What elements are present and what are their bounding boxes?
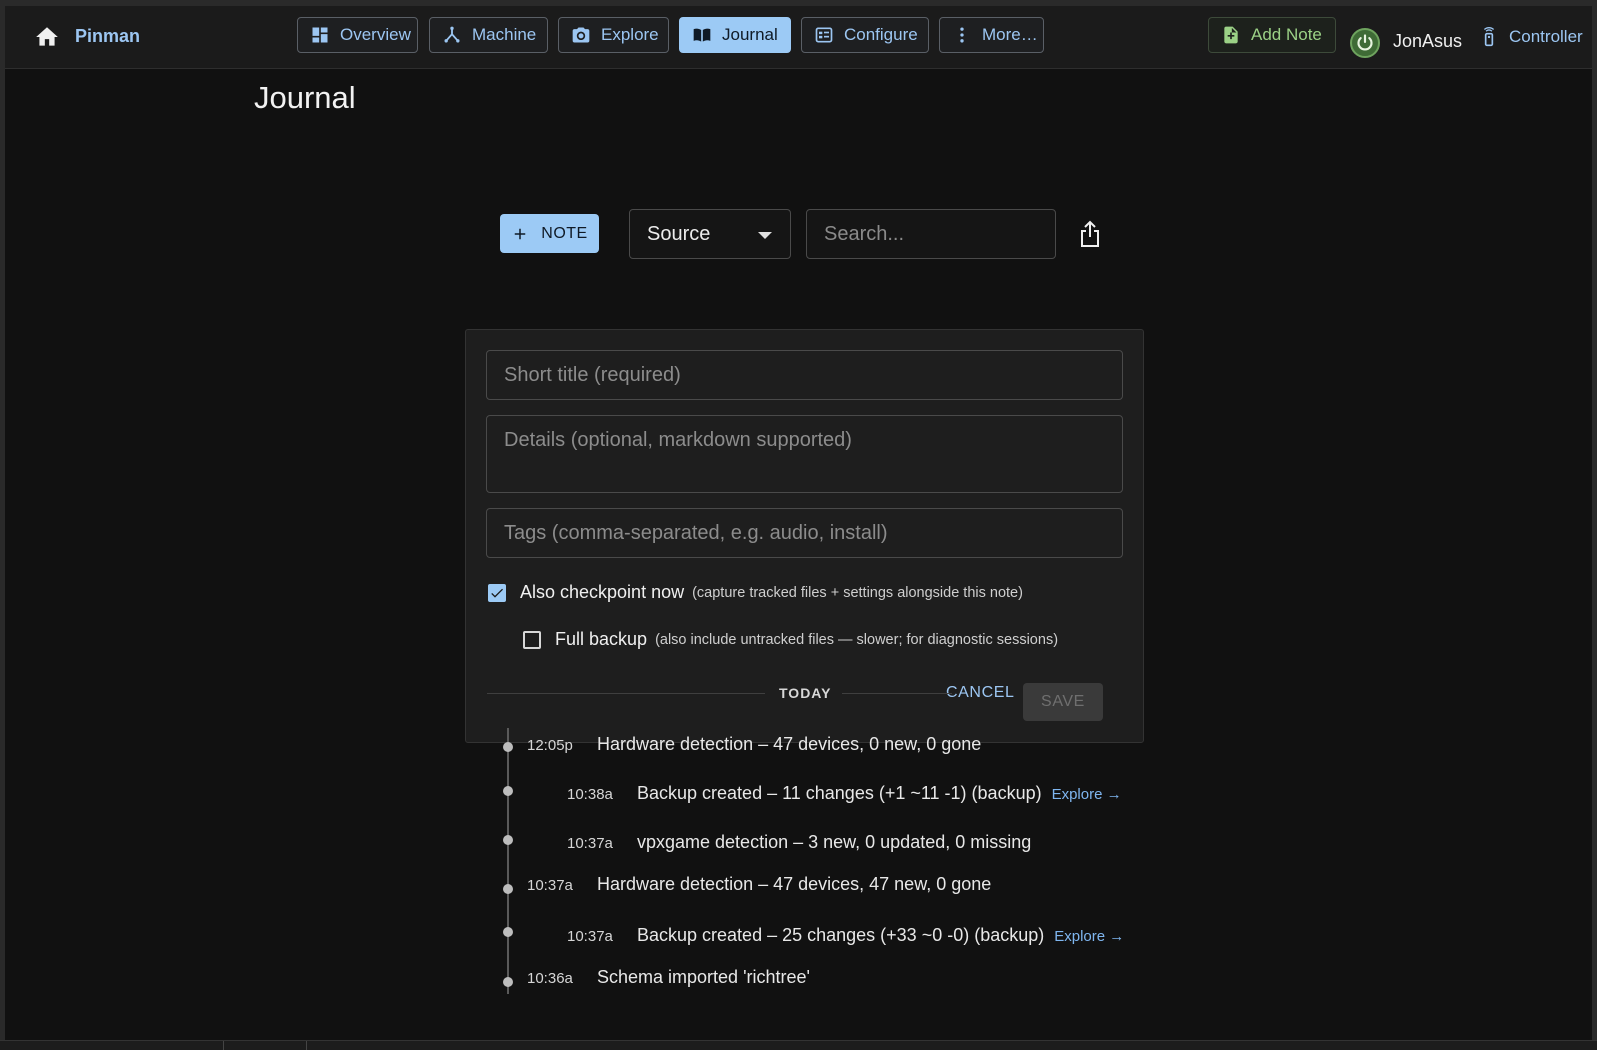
page-title: Journal [254, 80, 356, 115]
note-details-textarea[interactable] [486, 415, 1123, 493]
entry-text: Backup created – 11 changes (+1 ~11 -1) … [637, 783, 1042, 803]
timeline-group-label: TODAY [779, 685, 832, 701]
timeline-entry[interactable]: 10:36a Schema imported 'richtree' [0, 967, 1597, 991]
timeline-rail [507, 728, 509, 994]
new-note-button[interactable]: NOTE [500, 214, 599, 253]
add-note-button[interactable]: Add Note [1208, 17, 1336, 53]
nav-more-label: More… [982, 25, 1038, 44]
explore-link[interactable]: Explore → [1052, 786, 1122, 803]
timeline-dot-icon [503, 786, 513, 796]
add-note-label: Add Note [1251, 25, 1322, 44]
chevron-down-icon [758, 232, 772, 239]
home-icon[interactable] [33, 24, 61, 50]
timeline-entry[interactable]: 10:37a Backup created – 25 changes (+33 … [0, 925, 1597, 949]
nav-journal-label: Journal [722, 25, 778, 44]
checkpoint-hint: (capture tracked files + settings alongs… [692, 584, 1023, 601]
entry-text: vpxgame detection – 3 new, 0 updated, 0 … [637, 832, 1032, 852]
timeline-entry[interactable]: 12:05p Hardware detection – 47 devices, … [0, 734, 1597, 758]
remote-controller-icon [1483, 27, 1495, 47]
dashboard-icon [312, 27, 328, 43]
save-button[interactable]: SAVE [1023, 683, 1103, 721]
search-input[interactable] [806, 209, 1056, 259]
top-app-bar: Pinman Overview Machine Explore Journal … [5, 6, 1592, 69]
note-add-icon [1224, 26, 1238, 44]
cancel-button[interactable]: CANCEL [946, 684, 1015, 702]
configure-icon [815, 27, 833, 43]
note-title-input[interactable] [486, 350, 1123, 400]
nav-configure-button[interactable]: Configure [801, 17, 929, 53]
checkpoint-option[interactable]: Also checkpoint now (capture tracked fil… [488, 582, 1023, 603]
nav-more-button[interactable]: More… [939, 17, 1044, 53]
controller-label: Controller [1509, 27, 1583, 46]
nav-explore-label: Explore [601, 25, 659, 44]
controller-link[interactable]: Controller [1479, 24, 1583, 50]
checkpoint-label: Also checkpoint now [520, 582, 685, 602]
entry-time: 10:38a [567, 786, 613, 803]
timeline-dot-icon [503, 884, 513, 894]
divider [487, 693, 765, 694]
explore-link[interactable]: Explore → [1054, 928, 1124, 945]
taskbar-separator [306, 1041, 307, 1050]
power-status-icon[interactable] [1350, 28, 1380, 58]
full-backup-label: Full backup [555, 629, 648, 649]
entry-text: Schema imported 'richtree' [597, 967, 810, 987]
user-name[interactable]: JonAsus [1393, 31, 1462, 52]
divider [842, 693, 952, 694]
plus-icon [515, 228, 526, 239]
timeline-dot-icon [503, 835, 513, 845]
full-backup-checkbox[interactable] [523, 630, 541, 649]
entry-time: 10:36a [527, 970, 573, 987]
full-backup-hint: (also include untracked files — slower; … [655, 631, 1059, 648]
entry-time: 10:37a [527, 877, 573, 894]
more-vertical-icon [960, 27, 964, 43]
new-note-form: Also checkpoint now (capture tracked fil… [465, 329, 1144, 743]
entry-text: Hardware detection – 47 devices, 0 new, … [597, 734, 982, 754]
entry-text: Backup created – 25 changes (+33 ~0 -0) … [637, 925, 1045, 945]
checkmark-icon [491, 588, 503, 598]
nav-journal-button[interactable]: Journal [679, 17, 791, 53]
nav-configure-label: Configure [844, 25, 918, 44]
nav-overview-label: Overview [340, 25, 411, 44]
timeline-dot-icon [503, 977, 513, 987]
full-backup-option[interactable]: Full backup (also include untracked file… [523, 629, 1058, 650]
timeline-entry[interactable]: 10:37a vpxgame detection – 3 new, 0 upda… [0, 832, 1597, 856]
machine-icon [444, 26, 460, 43]
app-brand[interactable]: Pinman [75, 26, 140, 47]
timeline-dot-icon [503, 742, 513, 752]
timeline-entry[interactable]: 10:37a Hardware detection – 47 devices, … [0, 874, 1597, 898]
export-share-icon[interactable] [1078, 220, 1102, 248]
source-filter-select[interactable]: Source [629, 209, 791, 259]
entry-time: 10:37a [567, 835, 613, 852]
nav-overview-button[interactable]: Overview [297, 17, 418, 53]
nav-machine-button[interactable]: Machine [429, 17, 548, 53]
nav-explore-button[interactable]: Explore [558, 17, 669, 53]
camera-icon [572, 27, 590, 43]
note-tags-input[interactable] [486, 508, 1123, 558]
nav-machine-label: Machine [472, 25, 537, 44]
new-note-label: NOTE [541, 224, 588, 242]
journal-icon [693, 28, 711, 42]
checkpoint-checkbox[interactable] [488, 583, 506, 602]
timeline-entry[interactable]: 10:38a Backup created – 11 changes (+1 ~… [0, 783, 1597, 807]
entry-time: 10:37a [567, 928, 613, 945]
window-frame-bottom [0, 1040, 1597, 1050]
entry-time: 12:05p [527, 737, 573, 754]
source-select-value: Source [647, 222, 711, 245]
taskbar-separator [223, 1041, 224, 1050]
timeline-dot-icon [503, 927, 513, 937]
entry-text: Hardware detection – 47 devices, 47 new,… [597, 874, 992, 894]
